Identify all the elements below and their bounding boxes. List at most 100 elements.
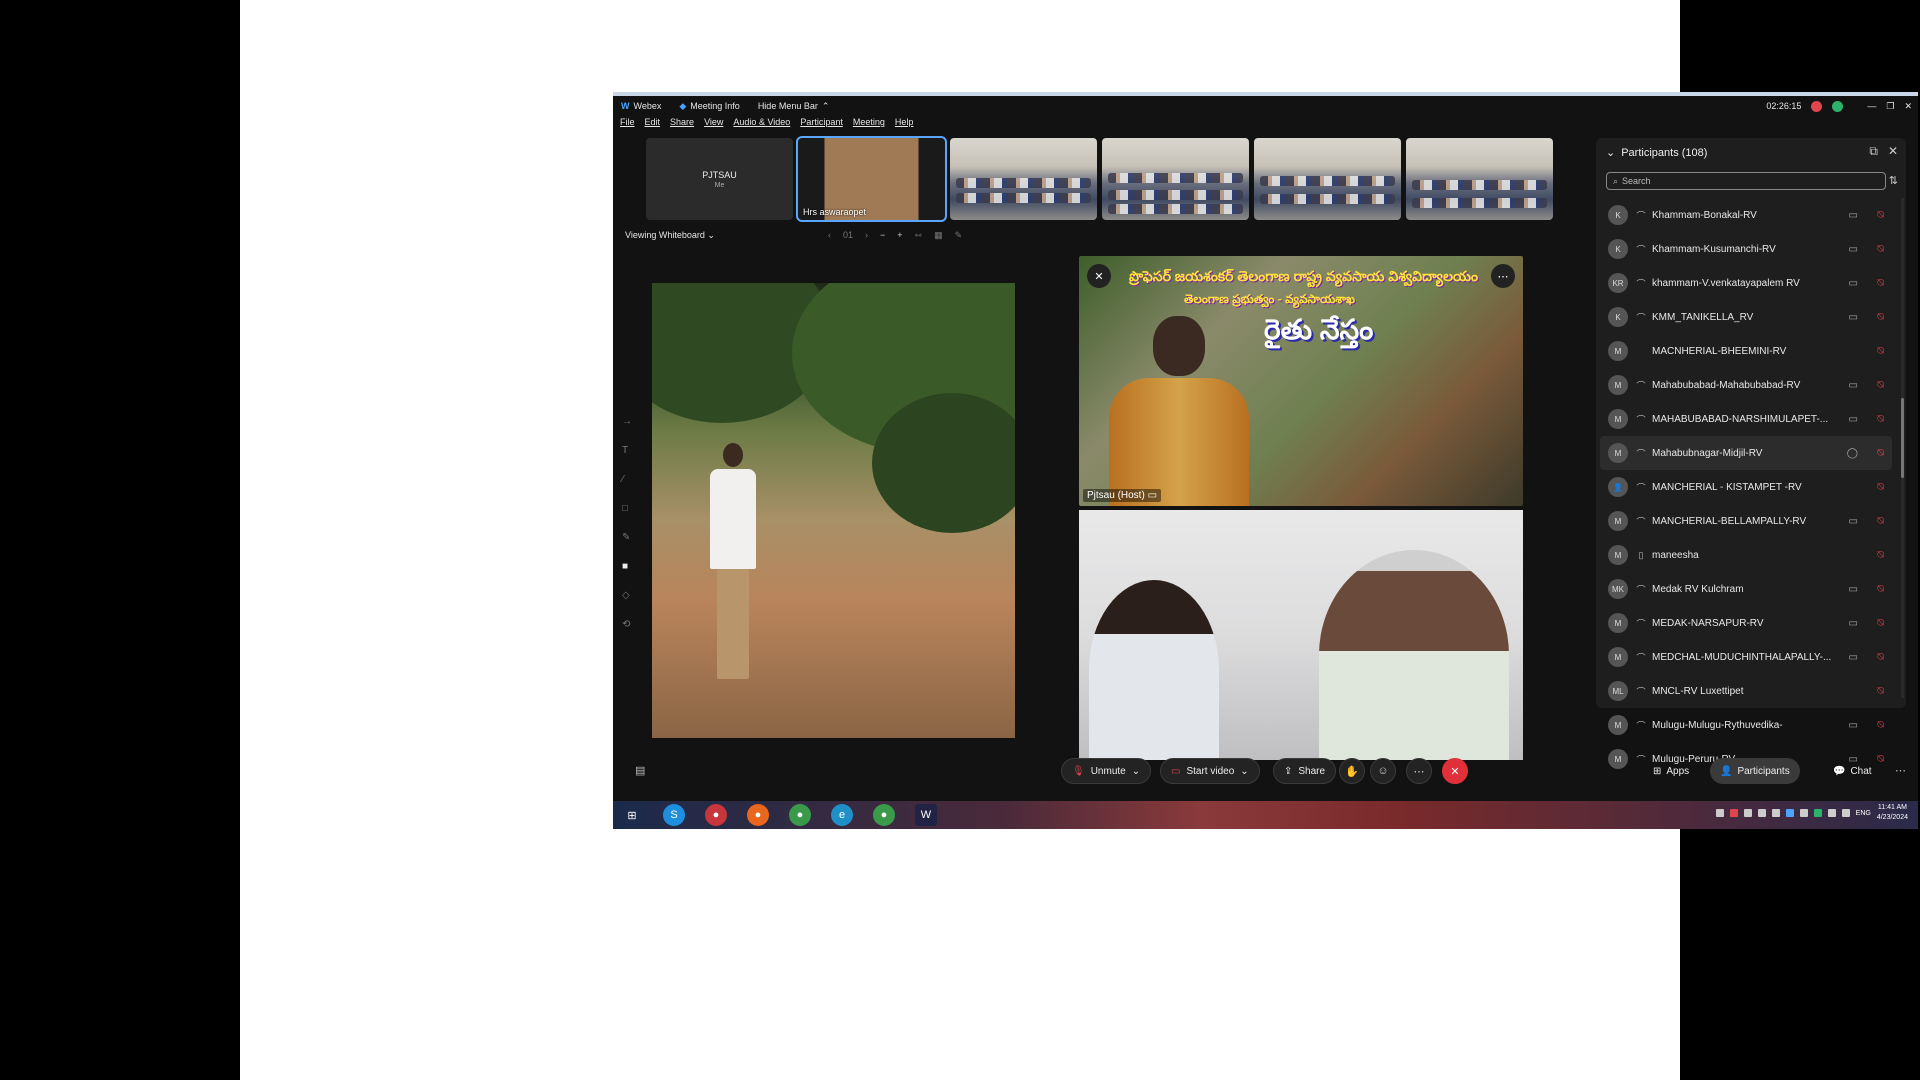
participants-search-input[interactable]: ⌕ Search <box>1606 172 1886 190</box>
collapse-icon[interactable]: ✕ <box>1087 264 1111 288</box>
mic-muted-icon[interactable]: ⍉ <box>1877 447 1884 460</box>
tray-icon[interactable] <box>1757 809 1766 817</box>
restore-icon[interactable]: ❐ <box>1886 101 1894 112</box>
skype-icon[interactable]: S <box>663 804 685 826</box>
mic-muted-icon[interactable]: ⍉ <box>1877 549 1884 562</box>
color-tool-icon[interactable]: ■ <box>622 561 632 572</box>
menu-file[interactable]: File <box>620 117 635 133</box>
participant-row[interactable]: KR ⌒ khammam-V.venkatayapalem RV ▭ ⍉ <box>1600 266 1892 300</box>
volume-icon[interactable] <box>1841 809 1850 817</box>
shape-tool-icon[interactable]: □ <box>622 503 632 514</box>
chrome-icon[interactable]: ● <box>789 804 811 826</box>
mic-muted-icon[interactable]: ⍉ <box>1877 413 1884 426</box>
camera-icon[interactable]: ▭ <box>1849 584 1858 595</box>
close-icon[interactable]: ✕ <box>1904 101 1912 112</box>
chat-button[interactable]: 💬 Chat <box>1823 758 1882 784</box>
minimize-icon[interactable]: — <box>1867 101 1876 111</box>
annotate-icon[interactable]: ✎ <box>955 230 963 241</box>
menu-help[interactable]: Help <box>895 117 914 133</box>
mic-muted-icon[interactable]: ⍉ <box>1877 651 1884 664</box>
menu-view[interactable]: View <box>704 117 723 133</box>
system-clock[interactable]: 11:41 AM 4/23/2024 <box>1877 803 1908 823</box>
camera-icon[interactable]: ▭ <box>1849 720 1858 731</box>
participant-row[interactable]: M ⌒ MAHABUBABAD-NARSHIMULAPET-... ▭ ⍉ <box>1600 402 1892 436</box>
popout-icon[interactable]: ⧉ <box>1869 144 1878 159</box>
overflow-icon[interactable]: ⋯ <box>1895 764 1906 777</box>
menu-participant[interactable]: Participant <box>800 117 843 133</box>
participant-row[interactable]: M ⌒ MEDAK-NARSAPUR-RV ▭ ⍉ <box>1600 606 1892 640</box>
pointer-tool-icon[interactable]: → <box>622 416 632 427</box>
camera-icon[interactable]: ▭ <box>1849 380 1858 391</box>
tray-icon[interactable] <box>1729 809 1738 817</box>
participant-row[interactable]: K ⌒ KMM_TANIKELLA_RV ▭ ⍉ <box>1600 300 1892 334</box>
participants-button[interactable]: 👤 Participants <box>1710 758 1800 784</box>
prev-page-icon[interactable]: ‹ <box>828 230 831 241</box>
tray-icon[interactable] <box>1771 809 1780 817</box>
participant-row[interactable]: M ⌒ Mulugu-Mulugu-Rythuvedika- ▭ ⍉ <box>1600 708 1892 742</box>
camera-icon[interactable]: ▭ <box>1849 414 1858 425</box>
chevron-down-icon[interactable]: ⌄ <box>1606 146 1615 159</box>
sort-icon[interactable]: ⇅ <box>1889 174 1898 187</box>
share-button[interactable]: ⇪ Share <box>1273 758 1337 784</box>
menu-share[interactable]: Share <box>670 117 694 133</box>
tray-icon[interactable] <box>1799 809 1808 817</box>
unmute-button[interactable]: 🎙 Unmute ⌄ <box>1061 758 1152 784</box>
menu-edit[interactable]: Edit <box>645 117 661 133</box>
tray-icon[interactable] <box>1743 809 1752 817</box>
webex-taskbar-icon[interactable]: W <box>915 804 937 826</box>
chrome-icon[interactable]: ● <box>873 804 895 826</box>
participant-row[interactable]: M ⌒ Mahabubabad-Mahabubabad-RV ▭ ⍉ <box>1600 368 1892 402</box>
camera-icon[interactable]: ▭ <box>1849 210 1858 221</box>
next-page-icon[interactable]: › <box>865 230 868 241</box>
windows-start-icon[interactable]: ⊞ <box>621 804 643 826</box>
mic-muted-icon[interactable]: ⍉ <box>1877 243 1884 256</box>
more-button[interactable]: ⋯ <box>1406 758 1432 784</box>
active-speaker-thumbnail[interactable]: Hrs aswaraopet <box>796 136 947 222</box>
participant-row[interactable]: K ⌒ Khammam-Kusumanchi-RV ▭ ⍉ <box>1600 232 1892 266</box>
apps-button[interactable]: ⊞ Apps <box>1643 758 1699 784</box>
close-panel-icon[interactable]: ✕ <box>1888 144 1898 159</box>
mic-muted-icon[interactable]: ⍉ <box>1877 685 1884 698</box>
participant-video-thumbnail[interactable] <box>1102 138 1249 220</box>
meeting-info-button[interactable]: ◆ Meeting Info <box>679 101 739 112</box>
participant-row[interactable]: M ▯ maneesha ⍉ <box>1600 538 1892 572</box>
mic-muted-icon[interactable]: ⍉ <box>1877 311 1884 324</box>
grid-icon[interactable]: ▦ <box>934 230 943 241</box>
hide-menu-bar-button[interactable]: Hide Menu Bar ⌃ <box>758 101 830 112</box>
participant-row[interactable]: K ⌒ Khammam-Bonakal-RV ▭ ⍉ <box>1600 198 1892 232</box>
participant-video-thumbnail[interactable] <box>1406 138 1553 220</box>
clear-tool-icon[interactable]: ⟲ <box>622 619 632 630</box>
more-options-icon[interactable]: ⋯ <box>1491 264 1515 288</box>
mic-muted-icon[interactable]: ⍉ <box>1877 617 1884 630</box>
raise-hand-button[interactable]: ✋ <box>1339 758 1365 784</box>
leave-meeting-button[interactable]: ✕ <box>1442 758 1468 784</box>
reactions-button[interactable]: ☺ <box>1370 758 1396 784</box>
tray-icon[interactable] <box>1785 809 1794 817</box>
mic-muted-icon[interactable]: ⍉ <box>1877 379 1884 392</box>
menu-meeting[interactable]: Meeting <box>853 117 885 133</box>
keyboard-icon[interactable] <box>1715 809 1724 817</box>
mic-muted-icon[interactable]: ⍉ <box>1877 719 1884 732</box>
chat-bubble-icon[interactable]: ▤ <box>635 764 645 777</box>
participant-row[interactable]: M MACNHERIAL-BHEEMINI-RV ⍉ <box>1600 334 1892 368</box>
pen-tool-icon[interactable]: ✎ <box>622 532 632 543</box>
mic-muted-icon[interactable]: ⍉ <box>1877 515 1884 528</box>
mic-muted-icon[interactable]: ⍉ <box>1877 481 1884 494</box>
participant-row[interactable]: 👤 ⌒ MANCHERIAL - KISTAMPET -RV ⍉ <box>1600 470 1892 504</box>
chat-icon[interactable]: ◯ <box>1847 448 1858 459</box>
participant-row[interactable]: MK ⌒ Medak RV Kulchram ▭ ⍉ <box>1600 572 1892 606</box>
camera-icon[interactable]: ▭ <box>1849 652 1858 663</box>
participant-video-thumbnail[interactable] <box>950 138 1097 220</box>
mic-muted-icon[interactable]: ⍉ <box>1877 209 1884 222</box>
mic-muted-icon[interactable]: ⍉ <box>1877 583 1884 596</box>
participant-row[interactable]: M ⌒ Mahabubnagar-Midjil-RV ◯ ⍉ <box>1600 436 1892 470</box>
mic-muted-icon[interactable]: ⍉ <box>1877 277 1884 290</box>
participant-row[interactable]: ML ⌒ MNCL-RV Luxettipet ⍉ <box>1600 674 1892 708</box>
participant-video-thumbnail[interactable] <box>1254 138 1401 220</box>
line-tool-icon[interactable]: ∕ <box>622 474 632 485</box>
firefox-icon[interactable]: ● <box>747 804 769 826</box>
self-video-thumbnail[interactable]: PJTSAU Me <box>646 138 793 220</box>
participant-row[interactable]: M ⌒ MEDCHAL-MUDUCHINTHALAPALLY-... ▭ ⍉ <box>1600 640 1892 674</box>
camera-icon[interactable]: ▭ <box>1849 516 1858 527</box>
zoom-out-icon[interactable]: − <box>880 230 885 241</box>
